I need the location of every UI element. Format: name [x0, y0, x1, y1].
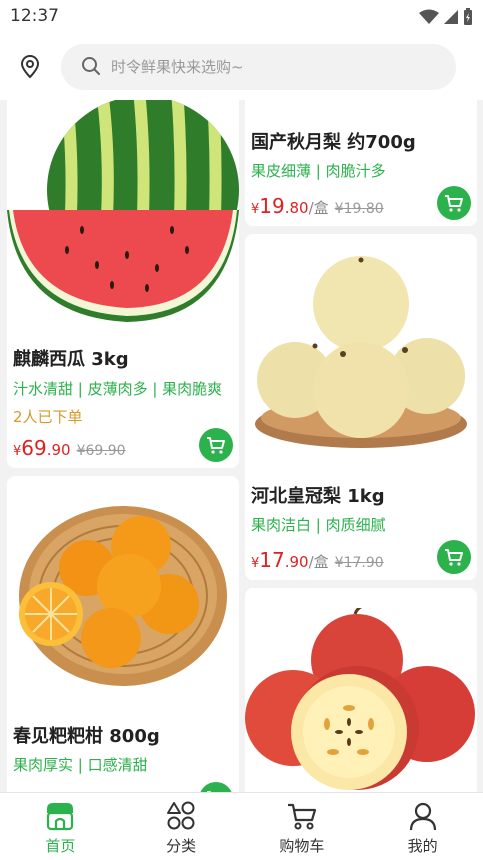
cart-icon: [445, 195, 463, 212]
tab-label: 购物车: [279, 837, 325, 855]
watermelon-image: [7, 100, 239, 322]
wifi-icon: [419, 9, 439, 24]
price-unit: /盒: [308, 199, 329, 217]
product-title: 春见粑粑柑 800g: [13, 726, 160, 747]
user-icon: [409, 802, 436, 831]
product-feed[interactable]: 麒麟西瓜 3kg 汁水清甜 | 皮薄肉多 | 果肉脆爽 2人已下单 ¥69.90…: [0, 100, 483, 792]
add-to-cart-button[interactable]: [199, 428, 233, 462]
product-title: 麒麟西瓜 3kg: [13, 349, 129, 370]
tab-label: 分类: [166, 837, 197, 855]
search-icon: [82, 57, 100, 75]
cart-icon: [445, 549, 463, 566]
price-integer: 69: [21, 436, 47, 460]
location-icon[interactable]: [18, 54, 42, 80]
product-sold-count: 2人已下单: [13, 408, 83, 426]
product-tags: 果肉厚实 | 口感清甜: [13, 756, 148, 774]
product-price: ¥17.90/盒 ¥17.90: [251, 548, 384, 572]
price-integer: 17: [259, 548, 285, 572]
product-card-apple[interactable]: [245, 588, 477, 792]
price-decimal: .90: [284, 553, 309, 571]
product-tags: 汁水清甜 | 皮薄肉多 | 果肉脆爽: [13, 380, 223, 398]
cart-icon: [287, 803, 316, 830]
tab-label: 首页: [45, 837, 76, 855]
pear-image: [255, 256, 467, 448]
original-price: ¥69.90: [76, 443, 126, 459]
product-tags: 果肉洁白 | 肉质细腻: [251, 516, 386, 534]
tab-home[interactable]: 首页: [0, 793, 121, 860]
tab-category[interactable]: 分类: [121, 793, 242, 860]
product-card-watermelon[interactable]: 麒麟西瓜 3kg 汁水清甜 | 皮薄肉多 | 果肉脆爽 2人已下单 ¥69.90…: [7, 100, 239, 468]
tab-label: 我的: [407, 837, 438, 855]
product-price: ¥19.80/盒 ¥19.80: [251, 194, 384, 218]
tab-cart[interactable]: 购物车: [242, 793, 363, 860]
tangerine-image: [19, 506, 227, 686]
search-bar[interactable]: 时令鲜果快来选购~: [61, 44, 456, 90]
status-time: 12:37: [10, 6, 59, 26]
status-bar: 12:37: [0, 0, 483, 34]
price-decimal: .80: [284, 199, 309, 217]
product-card-hebei-pear[interactable]: 河北皇冠梨 1kg 果肉洁白 | 肉质细腻 ¥17.90/盒 ¥17.90: [245, 234, 477, 580]
category-icon: [167, 801, 195, 830]
add-to-cart-button[interactable]: [199, 782, 233, 792]
tab-profile[interactable]: 我的: [362, 793, 483, 860]
status-icons: [419, 8, 473, 26]
price-unit: /盒: [308, 553, 329, 571]
bottom-tab-bar: 首页 分类 购物车 我的: [0, 792, 483, 860]
add-to-cart-button[interactable]: [437, 186, 471, 220]
cart-icon: [207, 437, 225, 454]
price-decimal: .90: [46, 441, 71, 459]
price-integer: 19: [259, 194, 285, 218]
original-price: ¥19.80: [334, 201, 384, 217]
apple-image: [245, 608, 475, 790]
signal-icon: [444, 10, 458, 24]
search-placeholder: 时令鲜果快来选购~: [111, 58, 244, 76]
product-price: ¥69.90 ¥69.90: [13, 436, 126, 460]
home-shop-icon: [47, 803, 74, 831]
product-title: 国产秋月梨 约700g: [251, 132, 416, 153]
product-tags: 果皮细薄 | 肉脆汁多: [251, 162, 386, 180]
original-price: ¥17.90: [334, 555, 384, 571]
header: 时令鲜果快来选购~: [0, 34, 483, 100]
battery-icon: [464, 8, 472, 25]
product-card-autumn-pear[interactable]: 国产秋月梨 约700g 果皮细薄 | 肉脆汁多 ¥19.80/盒 ¥19.80: [245, 100, 477, 226]
product-card-tangerine[interactable]: 春见粑粑柑 800g 果肉厚实 | 口感清甜: [7, 476, 239, 792]
add-to-cart-button[interactable]: [437, 540, 471, 574]
product-title: 河北皇冠梨 1kg: [251, 486, 385, 507]
